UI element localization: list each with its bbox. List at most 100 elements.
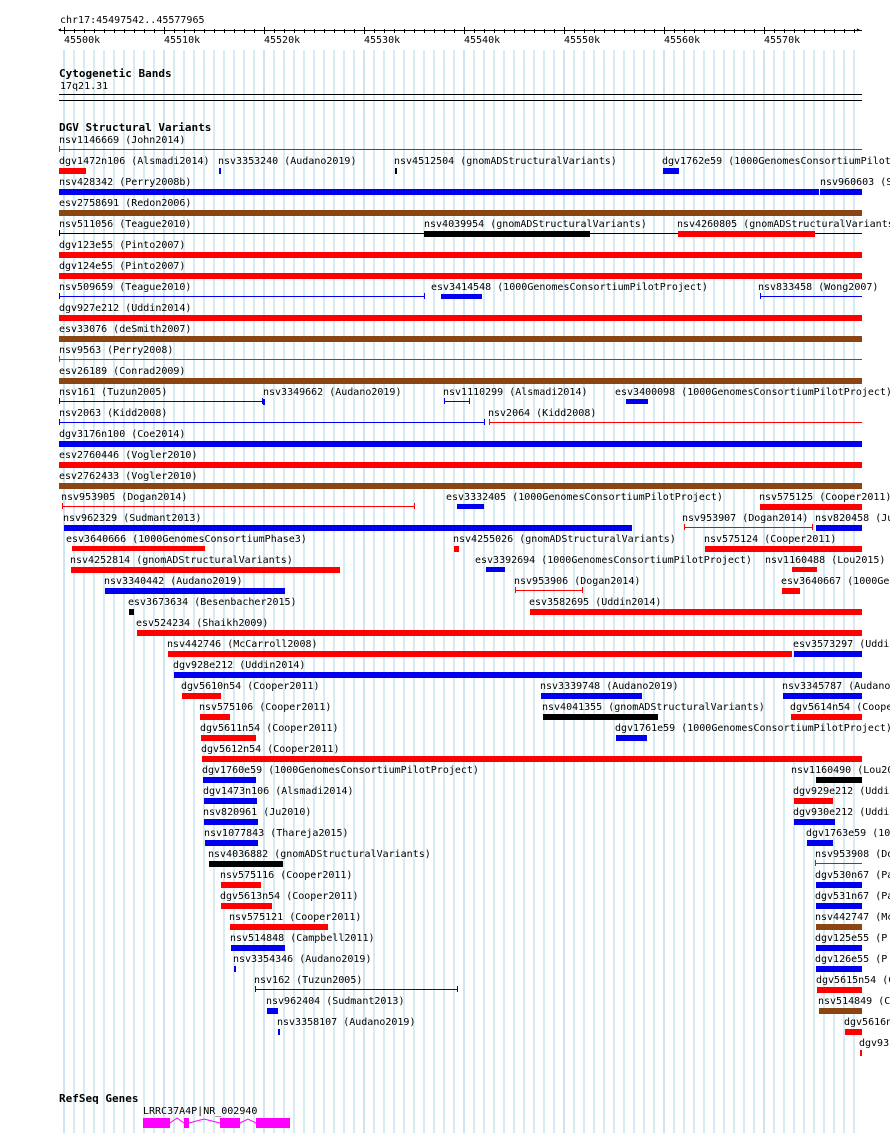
sv-feature-label[interactable]: dgv530n67 (Pa: [815, 870, 890, 881]
sv-feature-bar[interactable]: [454, 546, 459, 552]
sv-feature-bar[interactable]: [59, 462, 862, 468]
sv-feature-bar[interactable]: [219, 168, 221, 174]
sv-feature-label[interactable]: nsv162 (Tuzun2005): [254, 975, 362, 986]
sv-feature-label[interactable]: dgv5615n54 (C: [816, 975, 890, 986]
sv-feature-label[interactable]: nsv820458 (Ju20: [815, 513, 890, 524]
sv-feature-label[interactable]: nsv575121 (Cooper2011): [229, 912, 361, 923]
sv-feature-bar[interactable]: [267, 1008, 278, 1014]
sv-feature-bar[interactable]: [816, 777, 862, 783]
sv-feature-bar[interactable]: [129, 609, 134, 615]
sv-feature-label[interactable]: nsv962329 (Sudmant2013): [63, 513, 201, 524]
sv-feature-bar[interactable]: [230, 924, 328, 930]
sv-feature-bar[interactable]: [816, 945, 862, 951]
sv-feature-label[interactable]: dgv930e212 (Uddi: [793, 807, 889, 818]
sv-feature-bar[interactable]: [137, 630, 862, 636]
sv-feature-bar[interactable]: [209, 861, 283, 867]
sv-feature-label[interactable]: nsv575106 (Cooper2011): [199, 702, 331, 713]
sv-feature-bar[interactable]: [616, 735, 647, 741]
sv-feature-label[interactable]: dgv5613n54 (Cooper2011): [220, 891, 358, 902]
sv-feature-label[interactable]: nsv3349662 (Audano2019): [263, 387, 401, 398]
sv-feature-label[interactable]: nsv1146669 (John2014): [59, 135, 185, 146]
sv-feature-bar[interactable]: [204, 798, 257, 804]
sv-feature-bar[interactable]: [541, 693, 642, 699]
sv-feature-label[interactable]: dgv5610n54 (Cooper2011): [181, 681, 319, 692]
sv-feature-bar[interactable]: [59, 296, 424, 297]
sv-feature-label[interactable]: esv524234 (Shaikh2009): [136, 618, 268, 629]
sv-feature-bar[interactable]: [59, 359, 862, 360]
sv-feature-bar[interactable]: [816, 966, 862, 972]
sv-feature-label[interactable]: nsv4255026 (gnomADStructuralVariants): [453, 534, 676, 545]
sv-feature-bar[interactable]: [783, 693, 862, 699]
sv-feature-label[interactable]: nsv953905 (Dogan2014): [61, 492, 187, 503]
sv-feature-bar[interactable]: [203, 777, 256, 783]
sv-feature-label[interactable]: nsv960603 (Suh: [820, 177, 890, 188]
sv-feature-label[interactable]: esv26189 (Conrad2009): [59, 366, 185, 377]
sv-feature-label[interactable]: dgv531n67 (Pa: [815, 891, 890, 902]
sv-feature-bar[interactable]: [760, 296, 862, 297]
sv-feature-bar[interactable]: [792, 567, 817, 572]
sv-feature-bar[interactable]: [457, 504, 484, 509]
sv-feature-label[interactable]: dgv93: [859, 1038, 889, 1049]
sv-feature-bar[interactable]: [62, 506, 414, 507]
sv-feature-bar[interactable]: [760, 504, 862, 510]
sv-feature-label[interactable]: nsv4036882 (gnomADStructuralVariants): [208, 849, 431, 860]
sv-feature-bar[interactable]: [234, 966, 236, 972]
sv-feature-label[interactable]: nsv3339748 (Audano2019): [540, 681, 678, 692]
sv-feature-label[interactable]: nsv1160490 (Lou20: [791, 765, 890, 776]
sv-feature-bar[interactable]: [794, 798, 833, 804]
sv-feature-label[interactable]: nsv3354346 (Audano2019): [233, 954, 371, 965]
sv-feature-bar[interactable]: [815, 863, 862, 864]
sv-feature-bar[interactable]: [59, 189, 819, 195]
sv-feature-bar[interactable]: [59, 483, 862, 489]
sv-feature-label[interactable]: nsv161 (Tuzun2005): [59, 387, 167, 398]
sv-feature-label[interactable]: nsv509659 (Teague2010): [59, 282, 191, 293]
sv-feature-label[interactable]: dgv929e212 (Uddi: [793, 786, 889, 797]
sv-feature-bar[interactable]: [424, 231, 590, 237]
sv-feature-label[interactable]: esv3400098 (1000GenomesConsortiumPilotPr…: [615, 387, 890, 398]
sv-feature-label[interactable]: nsv575116 (Cooper2011): [220, 870, 352, 881]
sv-feature-bar[interactable]: [816, 882, 862, 888]
sv-feature-bar[interactable]: [845, 1029, 862, 1035]
sv-feature-bar[interactable]: [543, 714, 658, 720]
sv-feature-bar[interactable]: [794, 819, 835, 825]
sv-feature-label[interactable]: nsv2063 (Kidd2008): [59, 408, 167, 419]
sv-feature-label[interactable]: esv2760446 (Vogler2010): [59, 450, 197, 461]
sv-feature-label[interactable]: dgv928e212 (Uddin2014): [173, 660, 305, 671]
sv-feature-bar[interactable]: [205, 840, 258, 846]
sv-feature-label[interactable]: nsv514849 (C: [818, 996, 890, 1007]
sv-feature-label[interactable]: nsv9563 (Perry2008): [59, 345, 173, 356]
sv-feature-bar[interactable]: [820, 189, 862, 195]
sv-feature-bar[interactable]: [782, 588, 800, 594]
sv-feature-label[interactable]: esv3582695 (Uddin2014): [529, 597, 661, 608]
sv-feature-bar[interactable]: [816, 525, 862, 531]
sv-feature-label[interactable]: dgv1761e59 (1000GenomesConsortiumPilotPr…: [615, 723, 890, 734]
sv-feature-bar[interactable]: [231, 945, 285, 951]
sv-feature-bar[interactable]: [59, 422, 484, 423]
sv-feature-bar[interactable]: [221, 903, 272, 909]
sv-feature-bar[interactable]: [817, 987, 862, 993]
sv-feature-label[interactable]: esv33076 (deSmith2007): [59, 324, 191, 335]
sv-feature-bar[interactable]: [807, 840, 833, 846]
sv-feature-label[interactable]: nsv442747 (Mc: [815, 912, 890, 923]
sv-feature-label[interactable]: nsv575125 (Cooper2011): [759, 492, 890, 503]
sv-feature-bar[interactable]: [105, 588, 285, 594]
sv-feature-label[interactable]: dgv124e55 (Pinto2007): [59, 261, 185, 272]
sv-feature-label[interactable]: nsv575124 (Cooper2011): [704, 534, 836, 545]
sv-feature-bar[interactable]: [816, 924, 862, 930]
sv-feature-bar[interactable]: [174, 672, 862, 678]
sv-feature-label[interactable]: nsv1077843 (Thareja2015): [204, 828, 349, 839]
sv-feature-bar[interactable]: [530, 609, 862, 615]
sv-feature-label[interactable]: dgv1472n106 (Alsmadi2014): [59, 156, 210, 167]
refseq-gene-model[interactable]: [140, 1116, 295, 1130]
sv-feature-label[interactable]: nsv4041355 (gnomADStructuralVariants): [542, 702, 765, 713]
sv-feature-bar[interactable]: [278, 1029, 280, 1035]
sv-feature-bar[interactable]: [59, 273, 862, 279]
sv-feature-label[interactable]: dgv5614n54 (Coope: [790, 702, 890, 713]
sv-feature-bar[interactable]: [201, 735, 256, 741]
sv-feature-bar[interactable]: [59, 168, 86, 174]
sv-feature-label[interactable]: nsv3340442 (Audano2019): [104, 576, 242, 587]
sv-feature-bar[interactable]: [204, 819, 258, 825]
sv-feature-label[interactable]: esv3573297 (Uddin: [793, 639, 890, 650]
sv-feature-bar[interactable]: [59, 401, 262, 402]
sv-feature-bar[interactable]: [684, 527, 812, 528]
